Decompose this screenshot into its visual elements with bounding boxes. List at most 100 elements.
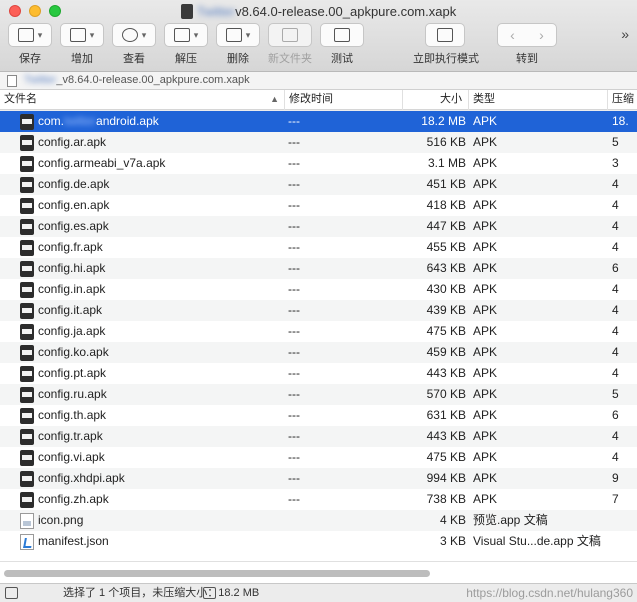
file-modified: --- <box>288 261 300 275</box>
file-type: APK <box>473 198 498 212</box>
file-row[interactable]: icon.png 4 KB 预览.app 文稿 <box>0 510 637 531</box>
run-mode-button[interactable] <box>425 23 465 47</box>
file-row[interactable]: config.xhdpi.apk --- 994 KB APK 9 <box>0 468 637 489</box>
new-folder-button[interactable] <box>268 23 312 47</box>
chevron-down-icon: ▾ <box>193 29 199 40</box>
file-type: APK <box>473 261 498 275</box>
file-modified: --- <box>288 135 300 149</box>
apk-file-icon <box>20 177 34 193</box>
file-row[interactable]: config.zh.apk --- 738 KB APK 7 <box>0 489 637 510</box>
file-row[interactable]: config.ko.apk --- 459 KB APK 4 <box>0 342 637 363</box>
file-row[interactable]: com.twitterandroid.apk --- 18.2 MB APK 18. <box>0 111 637 132</box>
test-button[interactable] <box>320 23 364 47</box>
file-name: config.zh.apk <box>38 492 109 506</box>
file-name: config.ar.apk <box>38 135 107 149</box>
file-modified <box>288 531 398 552</box>
file-row[interactable]: config.es.apk --- 447 KB APK 4 <box>0 216 637 237</box>
file-size: 3 KB <box>439 534 466 548</box>
file-size: 447 KB <box>426 219 466 233</box>
file-compressed-size: 9 <box>612 471 619 485</box>
apk-file-icon <box>20 156 34 172</box>
goto-button[interactable]: ‹ › <box>497 23 557 47</box>
status-text: 选择了 1 个项目，未压缩大小：18.2 MB <box>63 587 260 599</box>
chevron-down-icon: ▾ <box>89 29 95 40</box>
file-type: APK <box>473 240 498 254</box>
apk-file-icon <box>20 366 34 382</box>
file-size: 4 KB <box>439 513 466 527</box>
file-row[interactable]: config.fr.apk --- 455 KB APK 4 <box>0 237 637 258</box>
sidebar-toggle-icon[interactable] <box>5 587 18 599</box>
file-modified: --- <box>288 408 300 422</box>
file-size: 18.2 MB <box>421 114 466 128</box>
file-row[interactable]: manifest.json 3 KB Visual Stu...de.app 文稿 <box>0 531 637 552</box>
file-row[interactable]: config.vi.apk --- 475 KB APK 4 <box>0 447 637 468</box>
watermark-text: https://blog.csdn.net/hulang360 <box>466 586 633 600</box>
file-row[interactable]: config.tr.apk --- 443 KB APK 4 <box>0 426 637 447</box>
file-name: config.armeabi_v7a.apk <box>38 156 166 170</box>
file-row[interactable]: config.it.apk --- 439 KB APK 4 <box>0 300 637 321</box>
scrollbar-thumb[interactable] <box>4 570 430 577</box>
info-panel-toggle-icon[interactable] <box>203 587 216 599</box>
file-name: com.twitterandroid.apk <box>38 114 159 128</box>
add-button-label: 增加 <box>71 53 93 65</box>
file-size: 738 KB <box>426 492 466 506</box>
file-modified: --- <box>288 450 300 464</box>
back-arrow-icon[interactable]: ‹ <box>510 27 515 43</box>
column-header-type[interactable]: 类型 <box>469 90 608 110</box>
column-header-compressed[interactable]: 压缩 <box>608 90 637 110</box>
run-mode-icon <box>437 28 453 42</box>
delete-button[interactable]: ▾ <box>216 23 260 47</box>
json-file-icon <box>20 534 34 550</box>
file-row[interactable]: config.in.apk --- 430 KB APK 4 <box>0 279 637 300</box>
test-icon <box>334 28 350 42</box>
file-name: config.xhdpi.apk <box>38 471 125 485</box>
file-row[interactable]: config.th.apk --- 631 KB APK 6 <box>0 405 637 426</box>
file-type: APK <box>473 450 498 464</box>
file-row[interactable]: config.hi.apk --- 643 KB APK 6 <box>0 258 637 279</box>
file-row[interactable]: config.ru.apk --- 570 KB APK 5 <box>0 384 637 405</box>
file-type: APK <box>473 282 498 296</box>
file-modified: --- <box>288 366 300 380</box>
column-header-name[interactable]: 文件名 ▲ <box>0 90 285 110</box>
horizontal-scrollbar[interactable] <box>0 561 637 583</box>
apk-file-icon <box>20 429 34 445</box>
apk-file-icon <box>20 450 34 466</box>
file-compressed-size: 6 <box>612 261 619 275</box>
file-size: 994 KB <box>426 471 466 485</box>
file-compressed-size: 4 <box>612 198 619 212</box>
extract-icon <box>173 28 190 42</box>
save-button[interactable]: ▾ <box>8 23 52 47</box>
file-modified: --- <box>288 156 300 170</box>
goto-button-label: 转到 <box>516 53 538 65</box>
view-icon <box>121 28 138 42</box>
file-type: APK <box>473 408 498 422</box>
file-row[interactable]: config.armeabi_v7a.apk --- 3.1 MB APK 3 <box>0 153 637 174</box>
file-type: 预览.app 文稿 <box>473 513 548 527</box>
file-type: APK <box>473 177 498 191</box>
file-size: 451 KB <box>426 177 466 191</box>
column-header-size[interactable]: 大小 <box>403 90 469 110</box>
column-header: 文件名 ▲ 修改时间 大小 类型 压缩 <box>0 90 637 110</box>
file-row[interactable]: config.ja.apk --- 475 KB APK 4 <box>0 321 637 342</box>
file-name: config.th.apk <box>38 408 107 422</box>
view-button[interactable]: ▾ <box>112 23 156 47</box>
file-row[interactable]: config.de.apk --- 451 KB APK 4 <box>0 174 637 195</box>
apk-file-icon <box>20 303 34 319</box>
apk-file-icon <box>20 261 34 277</box>
toolbar-overflow-button[interactable]: » <box>621 26 629 42</box>
column-header-modified[interactable]: 修改时间 <box>285 90 403 110</box>
file-type: APK <box>473 492 498 506</box>
file-row[interactable]: config.ar.apk --- 516 KB APK 5 <box>0 132 637 153</box>
add-button[interactable]: ▾ <box>60 23 104 47</box>
file-row[interactable]: config.pt.apk --- 443 KB APK 4 <box>0 363 637 384</box>
file-compressed-size: 4 <box>612 177 619 191</box>
forward-arrow-icon[interactable]: › <box>539 27 544 43</box>
file-type: APK <box>473 156 498 170</box>
file-row[interactable]: config.en.apk --- 418 KB APK 4 <box>0 195 637 216</box>
file-compressed-size: 6 <box>612 408 619 422</box>
extract-button[interactable]: ▾ <box>164 23 208 47</box>
file-modified: --- <box>288 429 300 443</box>
file-size: 516 KB <box>426 135 466 149</box>
file-compressed-size: 4 <box>612 345 619 359</box>
file-size: 3.1 MB <box>427 156 466 170</box>
